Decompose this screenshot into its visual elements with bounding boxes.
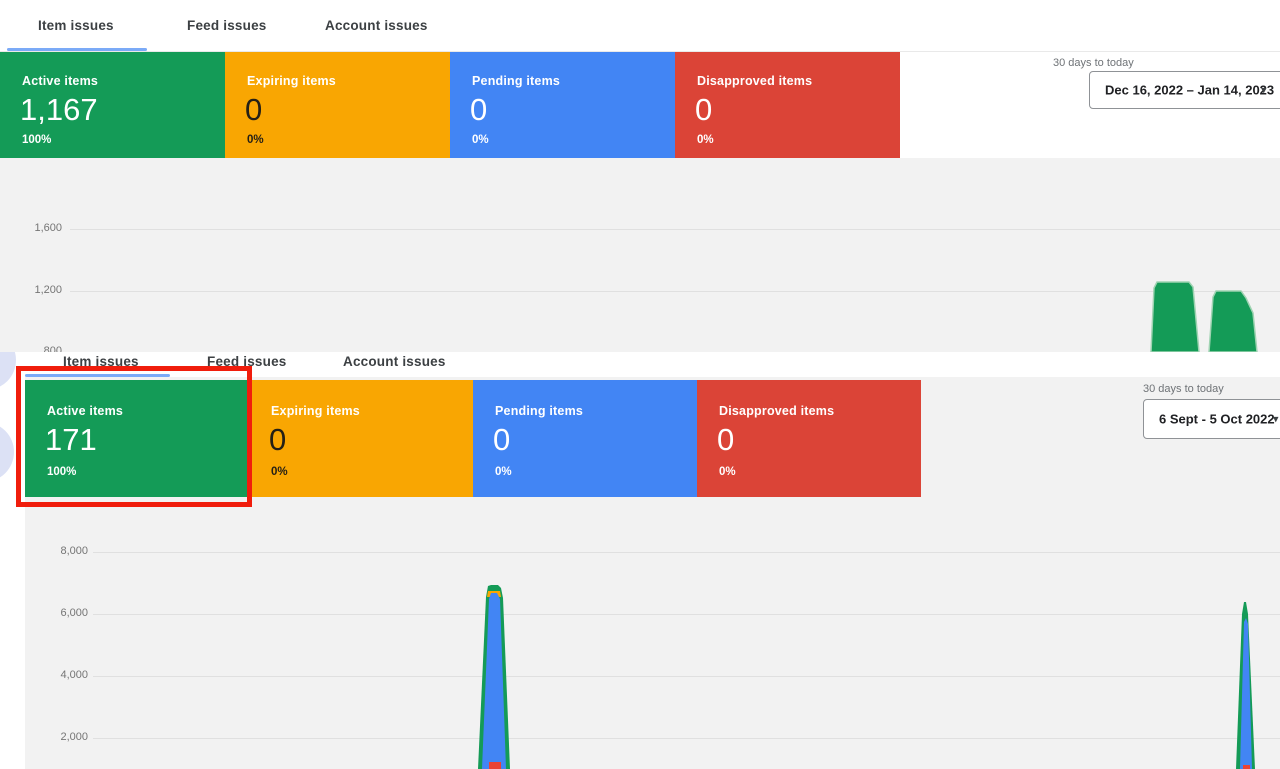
active-items-area-chart	[0, 0, 1280, 352]
panel-top: Item issues Feed issues Account issues A…	[0, 0, 1280, 352]
items-area-chart-spikes	[0, 352, 1280, 769]
merchant-center-dashboard: Item issues Feed issues Account issues A…	[0, 0, 1280, 769]
panel-bottom: Item issues Feed issues Account issues A…	[0, 352, 1280, 769]
